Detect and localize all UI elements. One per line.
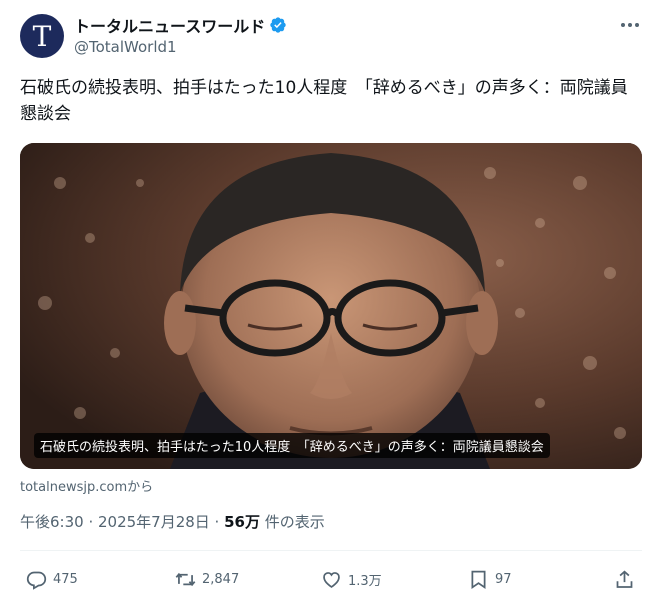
retweet-button[interactable]: 2,847 xyxy=(175,566,239,592)
bookmark-button[interactable]: 97 xyxy=(468,566,512,592)
bookmark-count: 97 xyxy=(495,571,512,587)
divider xyxy=(20,550,642,551)
share-icon xyxy=(616,569,633,588)
tweet-meta: 午後6:30 · 2025年7月28日 · 56万 件の表示 xyxy=(20,511,325,532)
view-count: 56万 xyxy=(224,513,260,531)
reply-button[interactable]: 475 xyxy=(26,566,78,592)
name-row: トータルニュースワールド xyxy=(74,13,287,37)
retweet-icon xyxy=(175,572,196,586)
more-icon xyxy=(621,23,639,27)
like-count: 1.3万 xyxy=(348,573,382,589)
link-card[interactable]: 石破氏の続投表明、拍手はたった10人程度 「辞めるべき」の声多く：両院議員懇談会 xyxy=(20,143,642,469)
avatar[interactable]: T xyxy=(20,14,64,58)
verified-badge-icon xyxy=(269,16,287,34)
like-button[interactable]: 1.3万 xyxy=(321,566,382,592)
avatar-letter: T xyxy=(32,20,52,53)
retweet-count: 2,847 xyxy=(202,571,240,587)
card-source[interactable]: totalnewsjp.comから xyxy=(20,476,153,495)
reply-icon xyxy=(26,571,47,590)
display-name[interactable]: トータルニュースワールド xyxy=(74,13,265,37)
card-caption: 石破氏の続投表明、拍手はたった10人程度 「辞めるべき」の声多く：両院議員懇談会 xyxy=(34,433,550,458)
bookmark-icon xyxy=(471,570,486,589)
heart-icon xyxy=(323,571,340,588)
tweet-text: 石破氏の続投表明、拍手はたった10人程度 「辞めるべき」の声多く：両院議員懇談会 xyxy=(20,78,628,124)
views-label: 件の表示 xyxy=(259,513,325,531)
timestamp[interactable]: 午後6:30 · 2025年7月28日 · xyxy=(20,513,224,531)
share-button[interactable] xyxy=(614,566,635,592)
card-photo xyxy=(20,143,642,469)
tweet: T トータルニュースワールド @TotalWorld1 石破氏の続投表明、拍手は… xyxy=(0,0,661,607)
reply-count: 475 xyxy=(53,571,78,587)
handle[interactable]: @TotalWorld1 xyxy=(74,38,177,56)
more-options-button[interactable] xyxy=(615,14,645,36)
